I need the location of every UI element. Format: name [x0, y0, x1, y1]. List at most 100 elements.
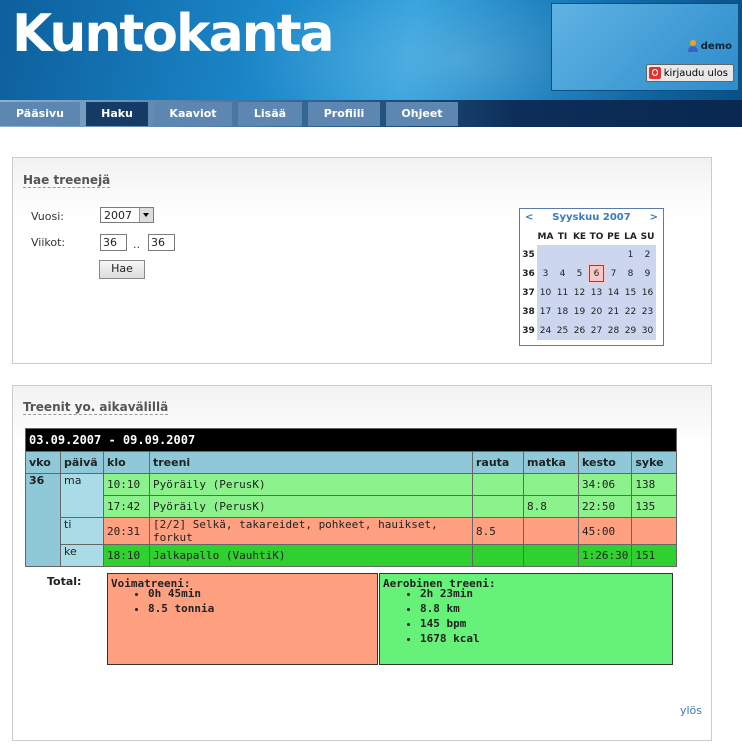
col-paiva: päivä [60, 451, 104, 474]
calendar-day[interactable]: 9 [639, 264, 656, 283]
calendar-day[interactable]: 21 [605, 302, 622, 321]
weekday-header: PE [607, 231, 620, 242]
calendar-day[interactable]: 5 [571, 264, 588, 283]
col-rauta: rauta [472, 451, 524, 474]
strength-summary: Voimatreeni: 0h 45min 8.5 tonnia [107, 573, 378, 665]
main-nav: Pääsivu Haku Kaaviot Lisää Profiili Ohje… [0, 100, 742, 127]
calendar-day[interactable]: 24 [537, 321, 554, 340]
calendar-day[interactable]: 7 [605, 264, 622, 283]
calendar-day[interactable]: 23 [639, 302, 656, 321]
col-syke: syke [631, 451, 678, 474]
weekday-header: KE [572, 231, 587, 242]
week-number[interactable]: 37 [520, 283, 537, 302]
calendar-day[interactable]: 2 [639, 245, 656, 264]
calendar-day[interactable]: 8 [622, 264, 639, 283]
aerobic-item: 1678 kcal [420, 631, 480, 646]
table-row[interactable]: ti 20:31 [2/2] Selkä, takareidet, pohkee… [26, 517, 678, 545]
calendar-day[interactable]: 12 [571, 283, 588, 302]
calendar-next-button[interactable]: > [650, 212, 658, 223]
duration-cell: 34:06 [577, 473, 633, 496]
calendar-day[interactable]: 3 [537, 264, 554, 283]
search-panel: Hae treenejä Vuosi: 2007 Viikot: 36 .. 3… [12, 157, 712, 364]
search-button[interactable]: Hae [99, 260, 145, 279]
duration-cell: 1:26:30 [577, 544, 633, 567]
table-header-row: vko päivä klo treeni rauta matka kesto s… [25, 451, 678, 474]
calendar-day[interactable]: 6 [588, 264, 605, 283]
results-title: Treenit yo. aikavälillä [23, 400, 169, 415]
duration-cell: 45:00 [577, 517, 633, 545]
calendar: < Syyskuu 2007 > MA TI KE TO PE LA SU 35 1 2 36 3 4 5… [519, 208, 664, 346]
day-cell: ke [60, 544, 104, 567]
week-cell: 36 [25, 473, 61, 567]
time-cell: 10:10 [103, 473, 150, 496]
workout-cell[interactable]: Pyöräily (PerusK) [149, 473, 473, 496]
weeks-label: Viikot: [31, 236, 66, 249]
calendar-day[interactable]: 18 [554, 302, 571, 321]
back-to-top-link[interactable]: ylös [680, 704, 702, 717]
tab-profiili[interactable]: Profiili [308, 102, 380, 126]
col-klo: klo [103, 451, 150, 474]
calendar-day[interactable]: 15 [622, 283, 639, 302]
calendar-day[interactable]: 26 [571, 321, 588, 340]
chevron-down-icon[interactable] [139, 208, 153, 222]
calendar-day[interactable]: 30 [639, 321, 656, 340]
aerobic-item: 2h 23min [420, 586, 480, 601]
calendar-day[interactable]: 29 [622, 321, 639, 340]
calendar-day[interactable]: 4 [554, 264, 571, 283]
calendar-day[interactable]: 1 [622, 245, 639, 264]
workout-cell[interactable]: [2/2] Selkä, takareidet, pohkeet, hauiks… [149, 517, 473, 545]
iron-cell [472, 544, 524, 567]
workout-cell[interactable]: Pyöräily (PerusK) [149, 495, 473, 518]
iron-cell: 8.5 [472, 517, 524, 545]
calendar-day[interactable]: 10 [537, 283, 554, 302]
calendar-day[interactable]: 13 [588, 283, 605, 302]
table-row[interactable]: ke 18:10 Jalkapallo (VauhtiK) 1:26:30 15… [26, 544, 678, 567]
calendar-day[interactable]: 17 [537, 302, 554, 321]
week-from-input[interactable]: 36 [100, 234, 127, 251]
tab-lisaa[interactable]: Lisää [238, 102, 302, 126]
year-value: 2007 [104, 209, 132, 222]
aerobic-item: 8.8 km [420, 601, 480, 616]
calendar-day[interactable]: 25 [554, 321, 571, 340]
week-number[interactable]: 36 [520, 264, 537, 283]
date-range: 03.09.2007 - 09.09.2007 [24, 428, 678, 452]
week-to-input[interactable]: 36 [148, 234, 175, 251]
calendar-corner [520, 228, 537, 245]
calendar-day[interactable]: 27 [588, 321, 605, 340]
calendar-day[interactable]: 11 [554, 283, 571, 302]
username: demo [700, 41, 732, 52]
logout-label: kirjaudu ulos [663, 67, 728, 79]
calendar-day[interactable]: 28 [605, 321, 622, 340]
hr-cell: 138 [631, 473, 678, 496]
logout-button[interactable]: kirjaudu ulos [645, 64, 734, 82]
calendar-day[interactable]: 14 [605, 283, 622, 302]
table-row[interactable]: 17:42 Pyöräily (PerusK) 8.8 22:50 135 [26, 495, 678, 518]
calendar-day[interactable]: 16 [639, 283, 656, 302]
weekday-header: TO [589, 231, 604, 242]
table-row[interactable]: 36 ma 10:10 Pyöräily (PerusK) 34:06 138 [25, 473, 678, 567]
tab-haku[interactable]: Haku [86, 102, 148, 126]
calendar-header: < Syyskuu 2007 > [520, 209, 663, 227]
week-number[interactable]: 38 [520, 302, 537, 321]
calendar-day[interactable]: 19 [571, 302, 588, 321]
col-vko: vko [25, 451, 61, 474]
iron-cell [472, 473, 524, 496]
calendar-blank [554, 245, 571, 264]
weekday-header: LA [624, 231, 637, 242]
calendar-blank [537, 245, 554, 264]
week-number[interactable]: 39 [520, 321, 537, 340]
distance-cell [523, 517, 579, 545]
tab-paasivu[interactable]: Pääsivu [0, 102, 80, 126]
weekday-header: SU [640, 231, 655, 242]
week-number[interactable]: 35 [520, 245, 537, 264]
calendar-day[interactable]: 20 [588, 302, 605, 321]
year-select[interactable]: 2007 [100, 207, 154, 223]
tab-kaaviot[interactable]: Kaaviot [154, 102, 232, 126]
tab-ohjeet[interactable]: Ohjeet [386, 102, 458, 126]
calendar-day[interactable]: 22 [622, 302, 639, 321]
app-logo[interactable]: Kuntokanta [12, 4, 335, 64]
calendar-grid: MA TI KE TO PE LA SU 35 1 2 36 3 4 5 6 7 8 9 37 10 11 12 13 14 1… [520, 228, 656, 340]
total-label: Total: [47, 575, 82, 588]
iron-cell [472, 495, 524, 518]
workout-cell[interactable]: Jalkapallo (VauhtiK) [149, 544, 473, 567]
